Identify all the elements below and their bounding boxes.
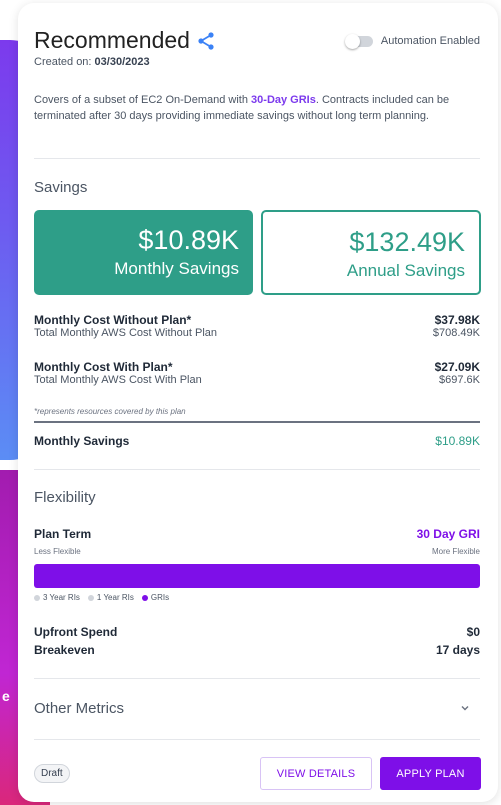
background-partial-text: e xyxy=(2,688,10,704)
cost-label: Monthly Cost With Plan* xyxy=(34,360,173,374)
cost-sublabel: Total Monthly AWS Cost With Plan xyxy=(34,374,202,386)
more-flexible-label: More Flexible xyxy=(431,547,480,556)
total-divider xyxy=(34,421,480,423)
legend-dot xyxy=(87,594,94,601)
breakeven-value: 17 days xyxy=(435,643,480,657)
monthly-savings-amount: $10.89K xyxy=(138,225,239,255)
less-flexible-label: Less Flexible xyxy=(34,547,81,556)
flexibility-section-title: Flexibility xyxy=(34,489,96,506)
status-badge: Draft xyxy=(34,764,70,783)
plan-description: Covers of a subset of EC2 On-Demand with… xyxy=(34,92,480,124)
share-icon[interactable] xyxy=(198,31,214,50)
page-title: Recommended xyxy=(34,27,190,53)
annual-savings-label: Annual Savings xyxy=(346,261,465,280)
divider xyxy=(34,158,480,159)
created-date: Created on: 03/30/2023 xyxy=(34,56,480,68)
cost-value: $37.98K xyxy=(434,313,480,327)
legend-item: GRIs xyxy=(141,593,170,602)
card-header: Recommended Created on: 03/30/2023 Autom… xyxy=(34,27,480,68)
created-label: Created on: xyxy=(34,56,92,68)
monthly-savings-label: Monthly Savings xyxy=(114,259,239,278)
created-value: 03/30/2023 xyxy=(94,56,150,68)
cost-label: Monthly Cost Without Plan* xyxy=(34,313,192,327)
annual-savings-tile: $132.49K Annual Savings xyxy=(261,210,481,295)
cost-row-with-plan: Monthly Cost With Plan* Total Monthly AW… xyxy=(34,360,480,386)
legend-dot xyxy=(34,594,40,601)
divider xyxy=(34,739,480,740)
breakeven-row: Breakeven 17 days xyxy=(34,643,480,657)
apply-plan-button[interactable]: APPLY PLAN xyxy=(380,757,481,790)
cost-value: $27.09K xyxy=(434,360,480,374)
description-highlight: 30-Day GRIs xyxy=(251,94,316,106)
automation-label: Automation Enabled xyxy=(380,35,480,47)
view-details-button[interactable]: VIEW DETAILS xyxy=(260,757,372,790)
total-label: Monthly Savings xyxy=(34,434,130,448)
plan-term-row: Plan Term 30 Day GRI xyxy=(34,527,480,541)
divider xyxy=(34,678,480,679)
upfront-label: Upfront Spend xyxy=(34,625,118,639)
breakeven-label: Breakeven xyxy=(34,643,95,657)
total-value: $10.89K xyxy=(435,434,480,448)
upfront-value: $0 xyxy=(466,625,480,639)
description-text: Covers of a subset of EC2 On-Demand with xyxy=(34,94,252,106)
savings-section-title: Savings xyxy=(34,179,88,196)
automation-toggle[interactable] xyxy=(344,33,373,49)
divider xyxy=(34,469,480,470)
legend-label: 1 Year RIs xyxy=(96,593,134,602)
legend-item: 1 Year RIs xyxy=(87,593,134,602)
monthly-savings-total-row: Monthly Savings $10.89K xyxy=(34,434,480,448)
upfront-spend-row: Upfront Spend $0 xyxy=(34,625,480,639)
footnote: *represents resources covered by this pl… xyxy=(34,407,186,416)
legend-dot xyxy=(141,594,148,601)
monthly-savings-tile: $10.89K Monthly Savings xyxy=(34,210,253,295)
other-metrics-toggle[interactable]: Other Metrics xyxy=(34,700,124,717)
annual-savings-amount: $132.49K xyxy=(349,227,465,257)
cost-subvalue: $697.6K xyxy=(439,374,480,386)
flexibility-legend: 3 Year RIs 1 Year RIs GRIs xyxy=(34,593,177,602)
cost-row-without-plan: Monthly Cost Without Plan* Total Monthly… xyxy=(34,313,480,339)
cost-subvalue: $708.49K xyxy=(432,327,480,339)
flexibility-bar xyxy=(34,564,480,588)
legend-item: 3 Year RIs xyxy=(34,593,80,602)
plan-term-label: Plan Term xyxy=(34,527,92,541)
plan-card: Recommended Created on: 03/30/2023 Autom… xyxy=(18,3,498,802)
plan-term-value: 30 Day GRI xyxy=(416,527,480,541)
legend-label: 3 Year RIs xyxy=(43,593,80,602)
cost-sublabel: Total Monthly AWS Cost Without Plan xyxy=(34,327,217,339)
legend-label: GRIs xyxy=(150,593,170,602)
chevron-down-icon[interactable] xyxy=(460,703,470,713)
automation-toggle-group: Automation Enabled xyxy=(344,33,480,49)
flexibility-scale-labels: Less Flexible More Flexible xyxy=(34,547,480,556)
